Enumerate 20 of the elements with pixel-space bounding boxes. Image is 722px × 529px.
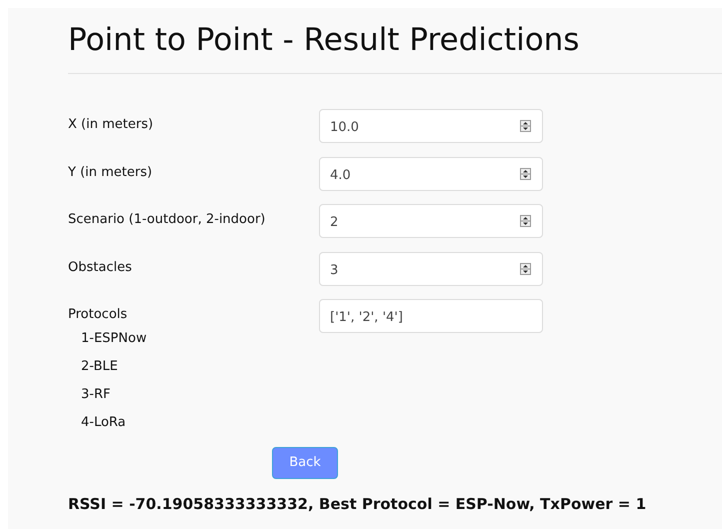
field-label: Y (in meters) — [68, 164, 154, 182]
result-text: RSSI = -70.19058333333332, Best Protocol = ESP-Now, TxPower = 1 — [68, 494, 648, 516]
protocol-option: 3-RF — [81, 387, 110, 402]
field-label: Obstacles — [68, 258, 133, 277]
spinner-icon[interactable] — [520, 120, 531, 132]
input-field[interactable]: 2 — [319, 204, 543, 238]
protocol-option: 1-ESPNow — [81, 331, 147, 346]
page-title: Point to Point - Result Predictions — [68, 21, 580, 60]
field-label: Scenario (1-outdoor, 2-indoor) — [68, 211, 266, 230]
input-field[interactable]: ['1', '2', '4'] — [319, 299, 543, 334]
spinner-icon[interactable] — [520, 262, 531, 275]
spinner-icon[interactable] — [520, 168, 531, 180]
input-field[interactable]: 4.0 — [319, 156, 543, 191]
spinner-icon[interactable] — [520, 215, 531, 228]
input-field[interactable]: 3 — [319, 252, 543, 286]
input-field[interactable]: 10.0 — [319, 109, 543, 144]
protocol-option: 2-BLE — [81, 359, 118, 374]
field-label: Protocols — [68, 306, 128, 324]
protocol-option: 4-LoRa — [81, 415, 126, 430]
field-label: X (in meters) — [68, 116, 154, 134]
